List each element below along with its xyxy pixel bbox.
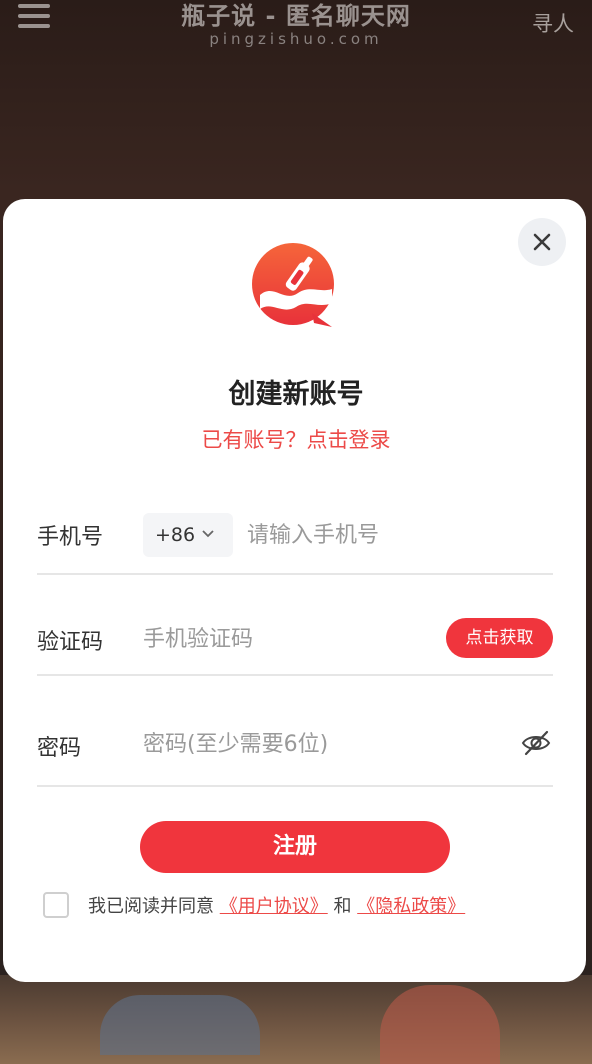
divider bbox=[37, 573, 553, 575]
background-illustration bbox=[0, 975, 592, 1064]
find-people-link[interactable]: 寻人 bbox=[532, 8, 574, 38]
verification-code-input[interactable] bbox=[143, 619, 433, 659]
close-icon bbox=[533, 233, 551, 251]
site-domain: pingzishuo.com bbox=[209, 30, 383, 48]
agreement-text: 我已阅读并同意 《用户协议》 和 《隐私政策》 bbox=[88, 892, 465, 918]
chevron-down-icon bbox=[202, 530, 214, 538]
get-code-button[interactable]: 点击获取 bbox=[446, 618, 553, 658]
country-code-select[interactable]: +86 bbox=[143, 513, 233, 557]
agreement-checkbox[interactable] bbox=[43, 892, 69, 918]
site-title: 瓶子说 - 匿名聊天网 bbox=[181, 2, 411, 30]
register-button[interactable]: 注册 bbox=[140, 821, 450, 873]
app-logo-icon bbox=[252, 243, 334, 327]
modal-title: 创建新账号 bbox=[228, 379, 364, 410]
divider bbox=[37, 674, 553, 676]
phone-label: 手机号 bbox=[37, 525, 104, 550]
password-input[interactable] bbox=[143, 724, 503, 764]
divider bbox=[37, 785, 553, 787]
code-label: 验证码 bbox=[37, 630, 104, 655]
privacy-policy-link[interactable]: 《隐私政策》 bbox=[357, 896, 465, 917]
close-button[interactable] bbox=[518, 218, 566, 266]
agreement-conjunction: 和 bbox=[333, 896, 352, 917]
password-label: 密码 bbox=[37, 736, 82, 761]
top-bar: 瓶子说 - 匿名聊天网 pingzishuo.com 寻人 bbox=[0, 0, 592, 60]
user-agreement-link[interactable]: 《用户协议》 bbox=[220, 896, 328, 917]
phone-input[interactable] bbox=[247, 515, 527, 555]
eye-off-icon[interactable] bbox=[520, 729, 552, 757]
country-code-value: +86 bbox=[155, 524, 196, 546]
login-link[interactable]: 已有账号？点击登录 bbox=[0, 424, 592, 454]
agreement-prefix: 我已阅读并同意 bbox=[88, 896, 214, 917]
